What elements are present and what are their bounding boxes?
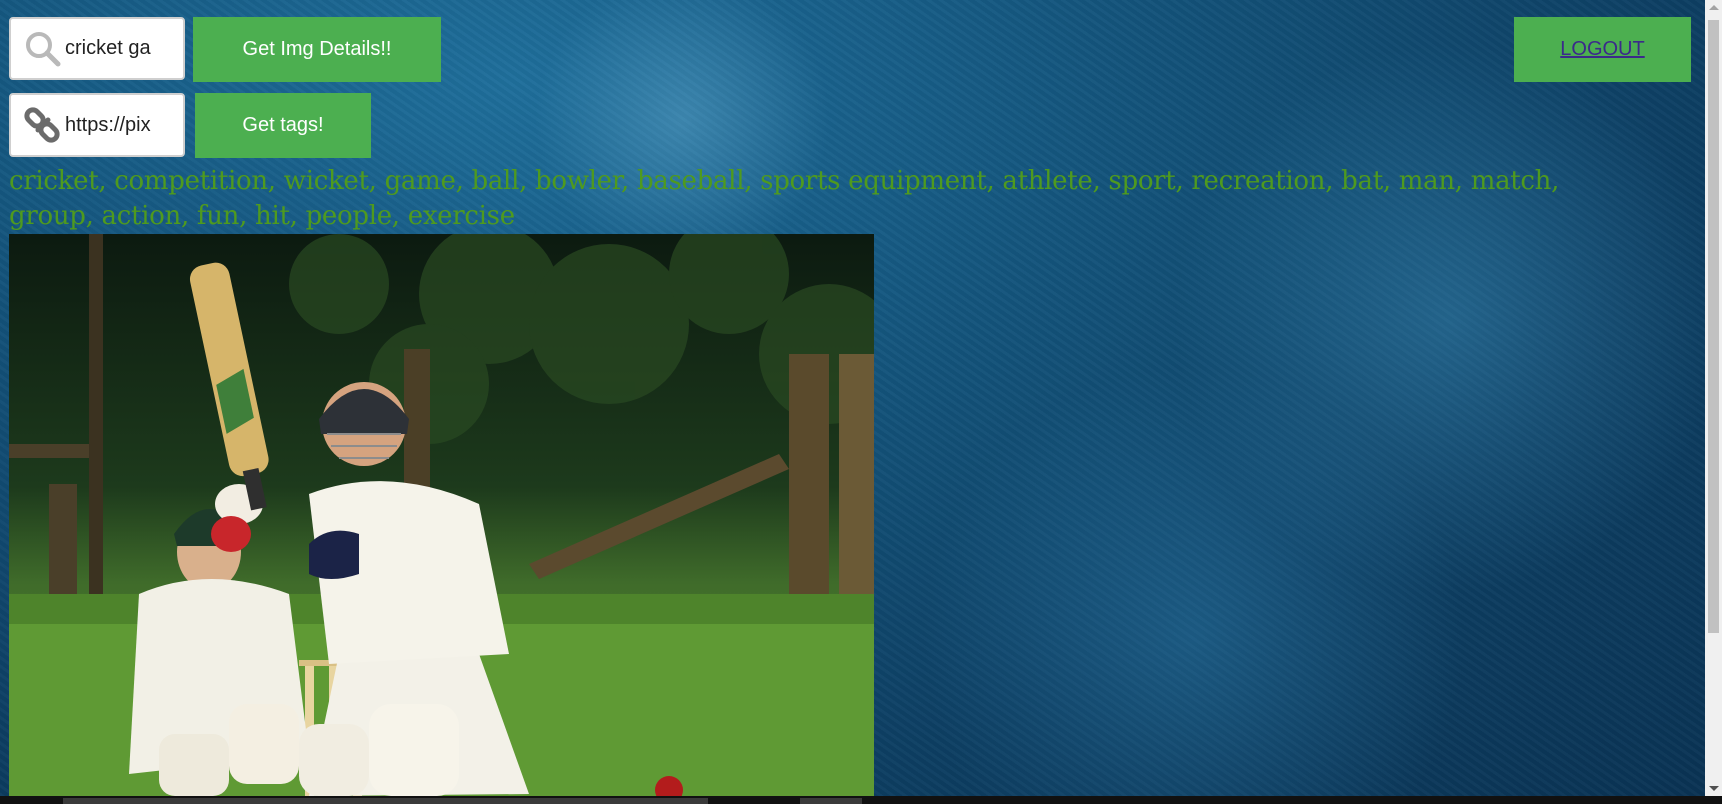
scrollbar-segment xyxy=(63,798,708,804)
logout-link[interactable]: LOGOUT xyxy=(1560,38,1644,61)
cricket-photo xyxy=(9,234,874,796)
image-url-input[interactable] xyxy=(65,113,165,137)
logout-button[interactable]: LOGOUT xyxy=(1514,17,1691,82)
search-icon xyxy=(21,19,65,78)
get-tags-button[interactable]: Get tags! xyxy=(195,93,371,158)
vertical-scrollbar[interactable] xyxy=(1705,0,1722,796)
link-icon xyxy=(21,95,65,155)
scroll-up-icon[interactable] xyxy=(1709,5,1719,10)
scrollbar-segment xyxy=(800,798,862,804)
get-img-details-button[interactable]: Get Img Details!! xyxy=(193,17,441,82)
url-field[interactable] xyxy=(9,93,185,157)
search-input[interactable] xyxy=(65,37,165,60)
search-field[interactable] xyxy=(9,17,185,80)
scroll-down-icon[interactable] xyxy=(1709,786,1719,791)
scrollbar-thumb[interactable] xyxy=(1708,20,1719,633)
page-background: Get Img Details!! Get tags! LOGOUT crick… xyxy=(0,0,1705,796)
image-tags-list: cricket, competition, wicket, game, ball… xyxy=(9,166,1560,231)
horizontal-scrollbar[interactable] xyxy=(0,796,1722,804)
